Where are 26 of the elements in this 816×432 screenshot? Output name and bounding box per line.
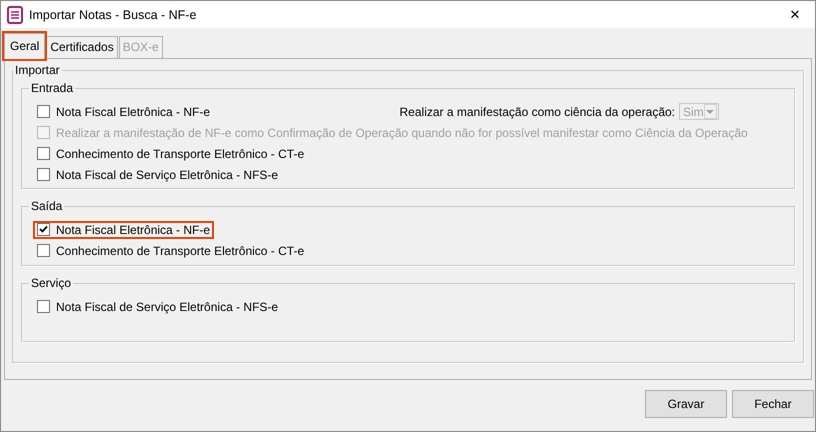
tab[interactable]: Geral — [4, 33, 46, 59]
checkbox[interactable] — [37, 168, 50, 181]
group-title: Importar — [13, 63, 62, 77]
dialog-button[interactable]: Gravar — [645, 390, 727, 418]
group-title: Serviço — [29, 276, 74, 290]
group-title: Saída — [29, 199, 64, 213]
window-title: Importar Notas - Busca - NF-e — [29, 8, 198, 22]
checkbox-label: Nota Fiscal Eletrônica - NF-e — [56, 222, 210, 236]
checkbox[interactable] — [37, 244, 50, 257]
checkbox-label: Nota Fiscal de Serviço Eletrônica - NFS-e — [56, 300, 278, 314]
option-label: Realizar a manifestação como ciência da operação: — [400, 104, 675, 118]
checkbox[interactable] — [37, 105, 50, 118]
dialog-button[interactable]: Fechar — [732, 390, 814, 418]
checkbox-label: Conhecimento de Transporte Eletrônico - CT-e — [56, 244, 304, 258]
group-title: Entrada — [29, 81, 76, 95]
tab[interactable]: Certificados — [46, 36, 118, 58]
caret-icon — [706, 110, 714, 114]
close-button[interactable]: ✕ — [775, 7, 815, 22]
checkbox-label: Conhecimento de Transporte Eletrônico - CT-e — [56, 146, 304, 160]
checkbox-label: Nota Fiscal de Serviço Eletrônica - NFS-e — [56, 168, 278, 182]
checkbox[interactable] — [37, 223, 50, 236]
checkbox[interactable] — [37, 300, 50, 313]
document-icon — [7, 6, 23, 24]
checkbox-label: Realizar a manifestação de NF-e como Confirmação de Operação quando não for possível manifestar como Ciência da Operação — [56, 126, 748, 140]
checkbox[interactable] — [37, 147, 50, 160]
checkbox-label: Nota Fiscal Eletrônica - NF-e — [56, 104, 210, 118]
